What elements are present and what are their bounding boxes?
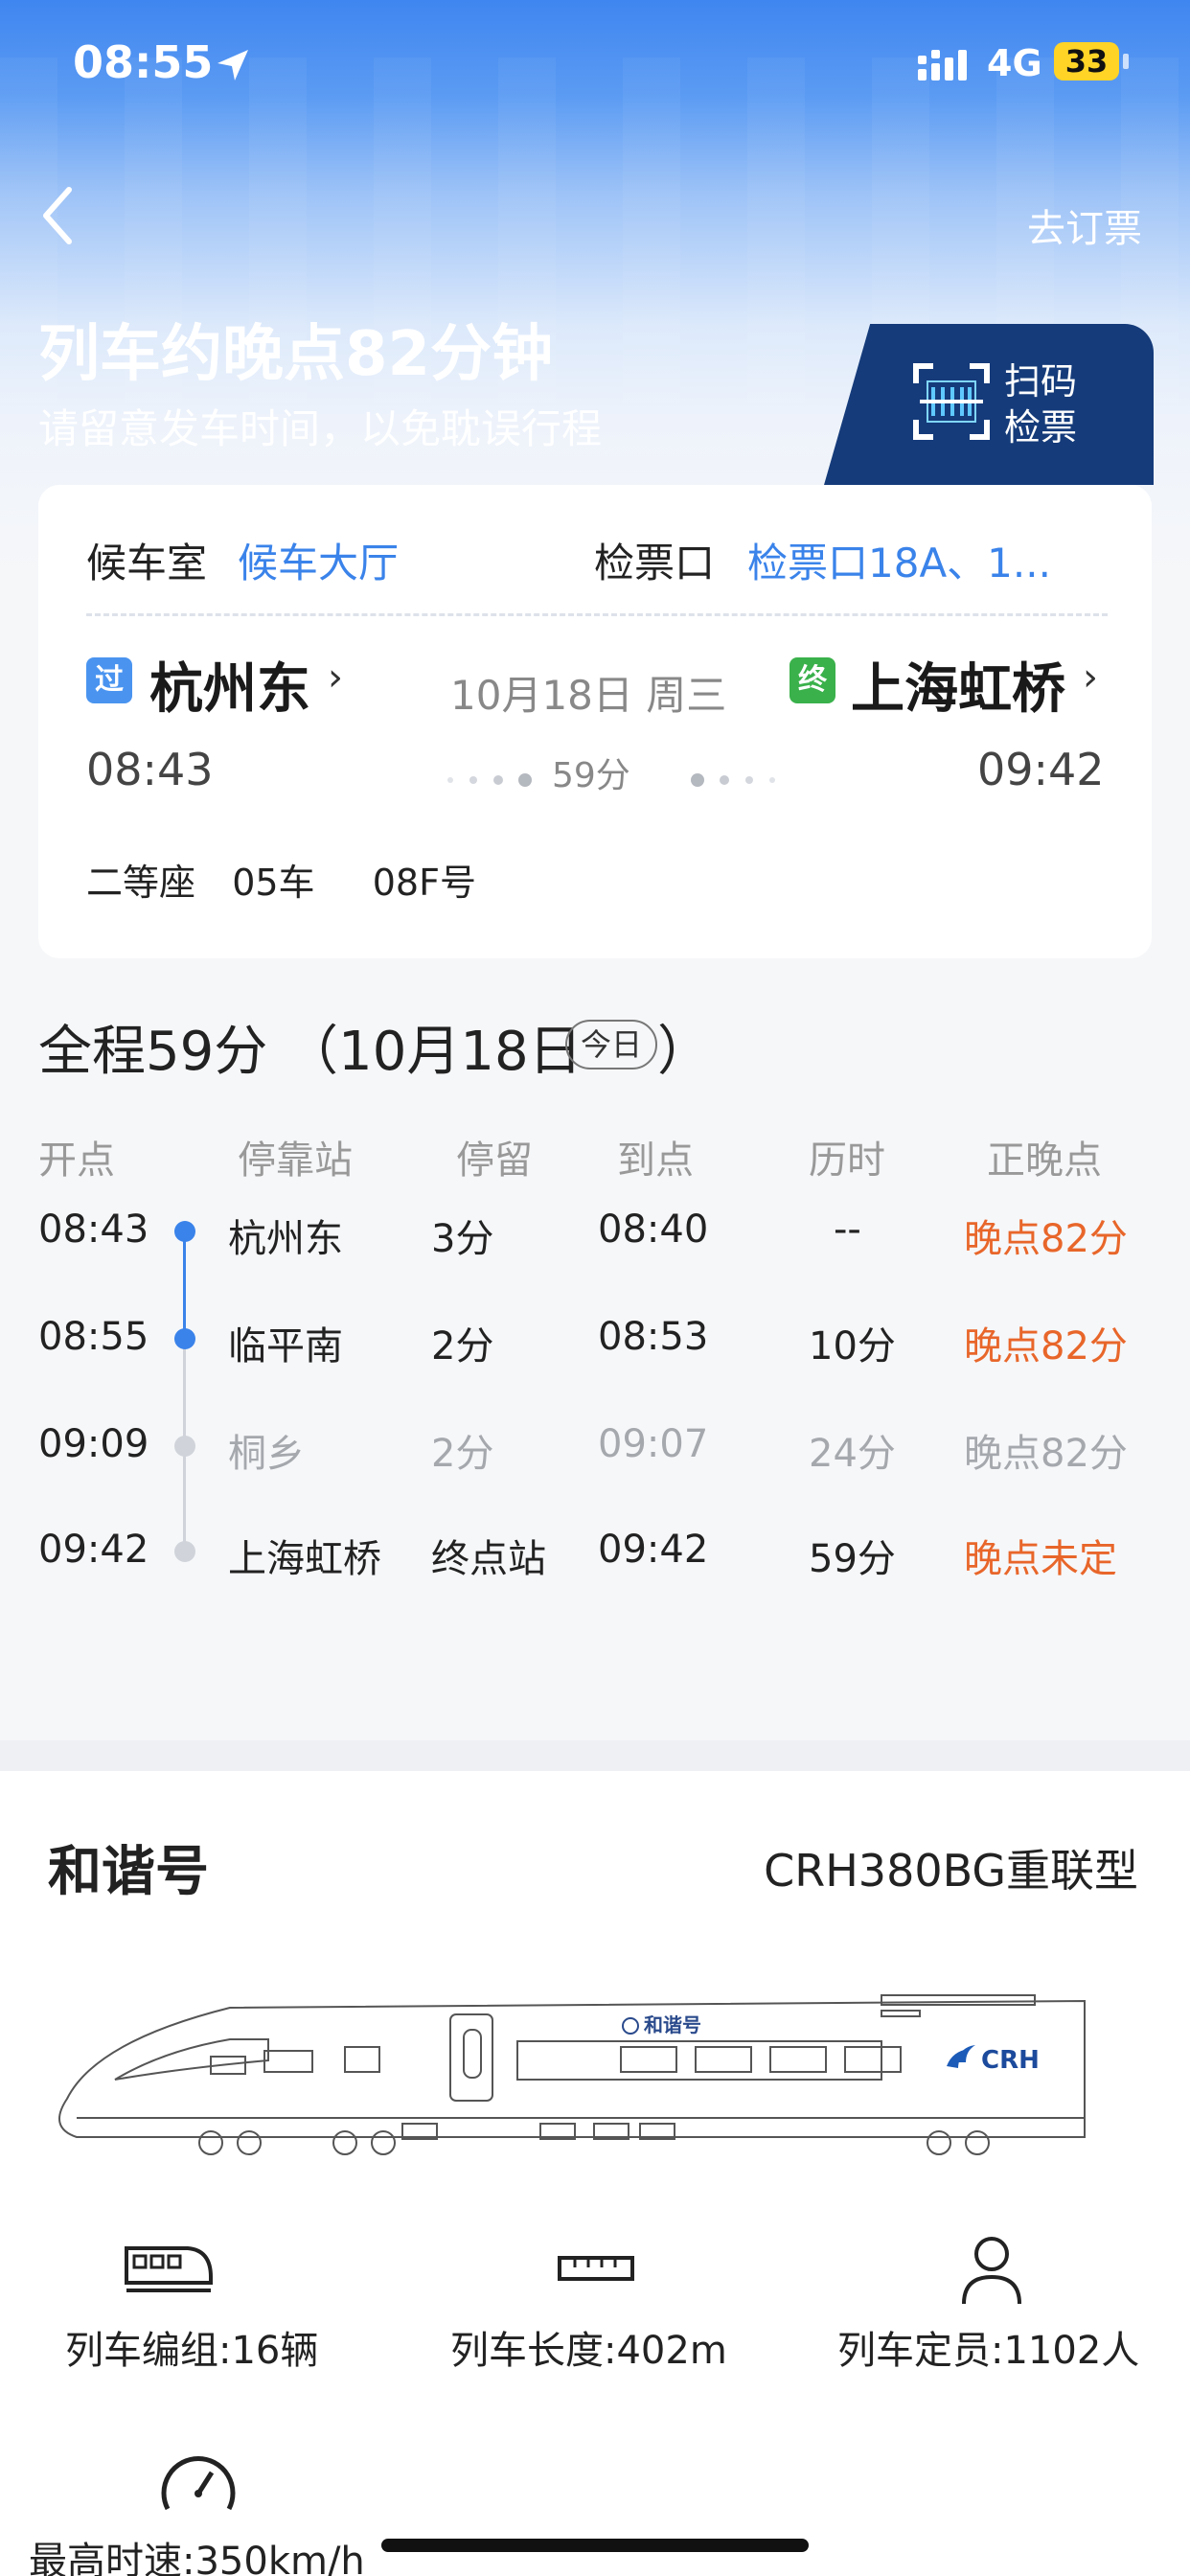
scan-code-icon [913, 363, 990, 440]
train-brand: 和谐号 [48, 1841, 209, 1903]
stop-station: 上海虹桥 [228, 1537, 381, 1581]
train-model: CRH380BG重联型 [764, 1845, 1138, 1897]
stop-elapsed: 24分 [809, 1432, 896, 1476]
speedometer-icon [161, 2456, 236, 2511]
delay-title: 列车约晚点82分钟 [38, 319, 554, 390]
location-arrow-icon [217, 50, 248, 80]
stop-status: 晚点82分 [964, 1217, 1128, 1261]
stat-max-speed [155, 2450, 241, 2520]
seat-class: 二等座 [86, 862, 196, 904]
stop-dot-passed [174, 1221, 195, 1242]
arrival-time: 09:42 [977, 744, 1105, 795]
stop-depart: 09:09 [38, 1422, 149, 1466]
travel-date: 10月18日 周三 [450, 672, 727, 719]
divider [86, 613, 1108, 616]
stop-dot-passed [174, 1328, 195, 1349]
departure-time: 08:43 [86, 744, 214, 795]
stop-depart: 09:42 [38, 1528, 149, 1572]
stop-status: 晚点82分 [964, 1324, 1128, 1368]
train-illustration: 和谐号 CRH [58, 1994, 1086, 2155]
seat-number: 08F号 [372, 862, 476, 904]
stop-dot-upcoming [174, 1436, 195, 1457]
back-chevron-icon[interactable] [38, 182, 77, 249]
ruler-icon [558, 2256, 634, 2281]
to-station[interactable]: 上海虹桥 [851, 646, 1065, 724]
stop-arrive: 08:53 [598, 1315, 709, 1359]
status-time: 08:55 [73, 36, 214, 88]
person-icon [962, 2237, 1021, 2305]
stop-station: 桐乡 [228, 1432, 305, 1476]
home-indicator[interactable] [381, 2539, 809, 2552]
col-header-stay: 停留 [456, 1138, 533, 1183]
stop-stay: 2分 [431, 1324, 494, 1368]
stop-depart: 08:55 [38, 1315, 149, 1359]
today-pill: 今日 [565, 1020, 658, 1070]
stop-arrive: 09:42 [598, 1528, 709, 1572]
status-bar: 08:55 4G 33 [0, 0, 1190, 125]
col-header-depart: 开点 [38, 1138, 115, 1183]
car-number: 05车 [232, 862, 315, 904]
stop-stay: 终点站 [431, 1537, 546, 1581]
stop-station: 杭州东 [228, 1217, 343, 1261]
stop-station: 临平南 [228, 1324, 343, 1368]
stop-depart: 08:43 [38, 1208, 149, 1252]
journey-total: 全程59分 （10月18日 [38, 1021, 583, 1083]
seat-info: 二等座 05车 08F号 [86, 853, 476, 906]
network-type: 4G [987, 42, 1042, 84]
delay-subtitle: 请留意发车时间，以免耽误行程 [38, 405, 603, 452]
section-divider [0, 1740, 1190, 1771]
stat-length [548, 2248, 644, 2290]
stop-arrive: 09:07 [598, 1422, 709, 1466]
book-ticket-link[interactable]: 去订票 [1027, 197, 1142, 253]
ticket-card: 候车室 候车大厅 检票口 检票口18A、1... 过 杭州东 › 10月18日 … [38, 485, 1152, 958]
max-speed-label: 最高时速:350km/h [29, 2540, 365, 2576]
gate-label: 检票口 [594, 540, 716, 586]
signal-icon [918, 50, 967, 80]
stop-elapsed: -- [834, 1208, 861, 1252]
to-chevron-icon[interactable]: › [1083, 656, 1098, 700]
timeline-passed [183, 1231, 186, 1339]
from-chevron-icon[interactable]: › [328, 656, 343, 700]
train-car-icon [125, 2246, 213, 2292]
stop-status: 晚点未定 [964, 1537, 1117, 1581]
stat-capacity [949, 2233, 1035, 2310]
pass-badge: 过 [86, 657, 132, 703]
train-body-text: 和谐号 [644, 2013, 701, 2036]
stop-stay: 3分 [431, 1217, 494, 1261]
col-header-station: 停靠站 [238, 1138, 353, 1183]
col-header-elapsed: 历时 [809, 1138, 885, 1183]
battery-level: 33 [1054, 42, 1119, 80]
col-header-arrive: 到点 [617, 1138, 694, 1183]
stop-elapsed: 59分 [809, 1537, 896, 1581]
stop-elapsed: 10分 [809, 1324, 896, 1368]
stop-stay: 2分 [431, 1432, 494, 1476]
duration: 59分 [552, 756, 630, 795]
formation-label: 列车编组:16辆 [65, 2329, 319, 2373]
length-label: 列车长度:402m [450, 2329, 727, 2373]
waiting-room-value[interactable]: 候车大厅 [238, 531, 399, 589]
journey-total-close: ） [657, 1021, 711, 1083]
from-station[interactable]: 杭州东 [149, 646, 310, 724]
scan-checkin-label[interactable]: 扫码检票 [1004, 358, 1090, 450]
waiting-room-label: 候车室 [86, 540, 208, 586]
stat-formation [63, 2239, 274, 2300]
battery-tip [1123, 54, 1129, 69]
stop-status: 晚点82分 [964, 1432, 1128, 1476]
stop-arrive: 08:40 [598, 1208, 709, 1252]
stop-dot-upcoming [174, 1541, 195, 1562]
capacity-label: 列车定员:1102人 [837, 2329, 1140, 2373]
gate-value[interactable]: 检票口18A、1... [747, 531, 1051, 589]
col-header-status: 正晚点 [987, 1138, 1102, 1183]
crh-logo: CRH [981, 2046, 1040, 2075]
terminal-badge: 终 [790, 657, 835, 703]
